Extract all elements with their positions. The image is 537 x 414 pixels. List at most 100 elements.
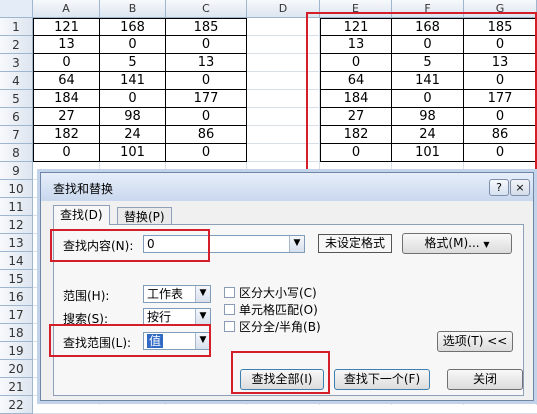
match-byte-checkbox[interactable] — [224, 321, 235, 332]
left-table-cell[interactable]: 13 — [166, 54, 247, 72]
right-table-cell[interactable]: 0 — [392, 90, 464, 108]
find-next-button[interactable]: 查找下一个(F) — [334, 369, 430, 390]
left-table-cell[interactable]: 86 — [166, 126, 247, 144]
close-icon[interactable]: × — [510, 179, 530, 196]
match-entire-cell-label: 单元格匹配(O) — [239, 303, 318, 317]
column-header-e[interactable]: E — [320, 0, 392, 18]
right-table-cell[interactable]: 98 — [392, 108, 464, 126]
tab-find[interactable]: 查找(D) — [53, 205, 110, 225]
row-header-13[interactable]: 13 — [0, 234, 33, 252]
left-table-cell[interactable]: 13 — [33, 36, 100, 54]
left-table-cell[interactable]: 5 — [100, 54, 166, 72]
left-table-cell[interactable]: 184 — [33, 90, 100, 108]
right-table-cell[interactable]: 185 — [464, 18, 537, 36]
row-header-2[interactable]: 2 — [0, 36, 33, 54]
left-table-cell[interactable]: 24 — [100, 126, 166, 144]
format-button[interactable]: 格式(M)... ▼ — [402, 233, 512, 254]
left-table-cell[interactable]: 0 — [33, 144, 100, 162]
left-table-cell[interactable]: 0 — [33, 54, 100, 72]
right-table-cell[interactable]: 0 — [320, 144, 392, 162]
right-table-cell[interactable]: 177 — [464, 90, 537, 108]
row-header-4[interactable]: 4 — [0, 72, 33, 90]
help-button[interactable]: ? — [489, 179, 509, 196]
left-table-cell[interactable]: 0 — [100, 36, 166, 54]
left-table-cell[interactable]: 185 — [166, 18, 247, 36]
right-table-cell[interactable]: 0 — [392, 36, 464, 54]
left-table-cell[interactable]: 177 — [166, 90, 247, 108]
right-table-cell[interactable]: 0 — [464, 108, 537, 126]
row-header-16[interactable]: 16 — [0, 288, 33, 306]
left-table-cell[interactable]: 0 — [166, 144, 247, 162]
look-in-select[interactable]: 值 ▼ — [143, 332, 211, 350]
left-table-cell[interactable]: 141 — [100, 72, 166, 90]
left-table-cell[interactable]: 0 — [100, 90, 166, 108]
left-table-cell[interactable]: 168 — [100, 18, 166, 36]
left-table-cell[interactable]: 0 — [166, 108, 247, 126]
right-table-cell[interactable]: 13 — [320, 36, 392, 54]
row-header-19[interactable]: 19 — [0, 342, 33, 360]
row-header-7[interactable]: 7 — [0, 126, 33, 144]
right-table-cell[interactable]: 184 — [320, 90, 392, 108]
column-header-b[interactable]: B — [100, 0, 166, 18]
right-table-cell[interactable]: 86 — [464, 126, 537, 144]
right-table-cell[interactable]: 5 — [392, 54, 464, 72]
find-what-input[interactable]: 0 ▼ — [143, 235, 305, 253]
tab-replace[interactable]: 替换(P) — [117, 207, 172, 225]
right-table-cell[interactable]: 27 — [320, 108, 392, 126]
left-table-cell[interactable]: 0 — [166, 72, 247, 90]
column-header-f[interactable]: F — [392, 0, 464, 18]
row-header-6[interactable]: 6 — [0, 108, 33, 126]
row-header-14[interactable]: 14 — [0, 252, 33, 270]
within-select[interactable]: 工作表 ▼ — [143, 285, 211, 303]
close-button[interactable]: 关闭 — [447, 369, 523, 390]
chevron-down-icon[interactable]: ▼ — [195, 333, 210, 349]
right-table-cell[interactable]: 0 — [464, 144, 537, 162]
right-table-cell[interactable]: 141 — [392, 72, 464, 90]
chevron-down-icon[interactable]: ▼ — [289, 236, 304, 252]
column-header-a[interactable]: A — [33, 0, 100, 18]
row-header-22[interactable]: 22 — [0, 396, 33, 414]
row-header-9[interactable]: 9 — [0, 162, 33, 180]
right-table-cell[interactable]: 101 — [392, 144, 464, 162]
left-table-cell[interactable]: 101 — [100, 144, 166, 162]
right-table-cell[interactable]: 0 — [464, 36, 537, 54]
right-table-cell[interactable]: 121 — [320, 18, 392, 36]
row-header-10[interactable]: 10 — [0, 180, 33, 198]
left-table-cell[interactable]: 64 — [33, 72, 100, 90]
find-all-button[interactable]: 查找全部(I) — [240, 369, 324, 390]
right-table-cell[interactable]: 182 — [320, 126, 392, 144]
left-table-cell[interactable]: 0 — [166, 36, 247, 54]
row-header-15[interactable]: 15 — [0, 270, 33, 288]
match-entire-cell-checkbox[interactable] — [224, 304, 235, 315]
row-header-12[interactable]: 12 — [0, 216, 33, 234]
column-header-c[interactable]: C — [166, 0, 247, 18]
row-header-17[interactable]: 17 — [0, 306, 33, 324]
column-header-g[interactable]: G — [464, 0, 537, 18]
dialog-titlebar[interactable]: 查找和替换 ? × — [41, 173, 533, 201]
row-header-5[interactable]: 5 — [0, 90, 33, 108]
column-header-d[interactable]: D — [247, 0, 320, 18]
row-header-11[interactable]: 11 — [0, 198, 33, 216]
right-table-cell[interactable]: 24 — [392, 126, 464, 144]
right-table-cell[interactable]: 168 — [392, 18, 464, 36]
left-table-cell[interactable]: 27 — [33, 108, 100, 126]
right-table-cell[interactable]: 64 — [320, 72, 392, 90]
right-table-cell[interactable]: 0 — [464, 72, 537, 90]
chevron-down-icon[interactable]: ▼ — [195, 286, 210, 302]
row-header-20[interactable]: 20 — [0, 360, 33, 378]
row-header-3[interactable]: 3 — [0, 54, 33, 72]
right-table-cell[interactable]: 0 — [320, 54, 392, 72]
search-select[interactable]: 按行 ▼ — [143, 308, 211, 326]
match-case-checkbox[interactable] — [224, 287, 235, 298]
left-table-cell[interactable]: 182 — [33, 126, 100, 144]
row-header-21[interactable]: 21 — [0, 378, 33, 396]
options-button[interactable]: 选项(T) << — [437, 331, 513, 352]
left-table-cell[interactable]: 121 — [33, 18, 100, 36]
row-header-8[interactable]: 8 — [0, 144, 33, 162]
chevron-down-icon[interactable]: ▼ — [195, 309, 210, 325]
right-table-cell[interactable]: 13 — [464, 54, 537, 72]
row-header-1[interactable]: 1 — [0, 18, 33, 36]
left-table-cell[interactable]: 98 — [100, 108, 166, 126]
row-header-18[interactable]: 18 — [0, 324, 33, 342]
select-all-corner[interactable] — [0, 0, 33, 18]
